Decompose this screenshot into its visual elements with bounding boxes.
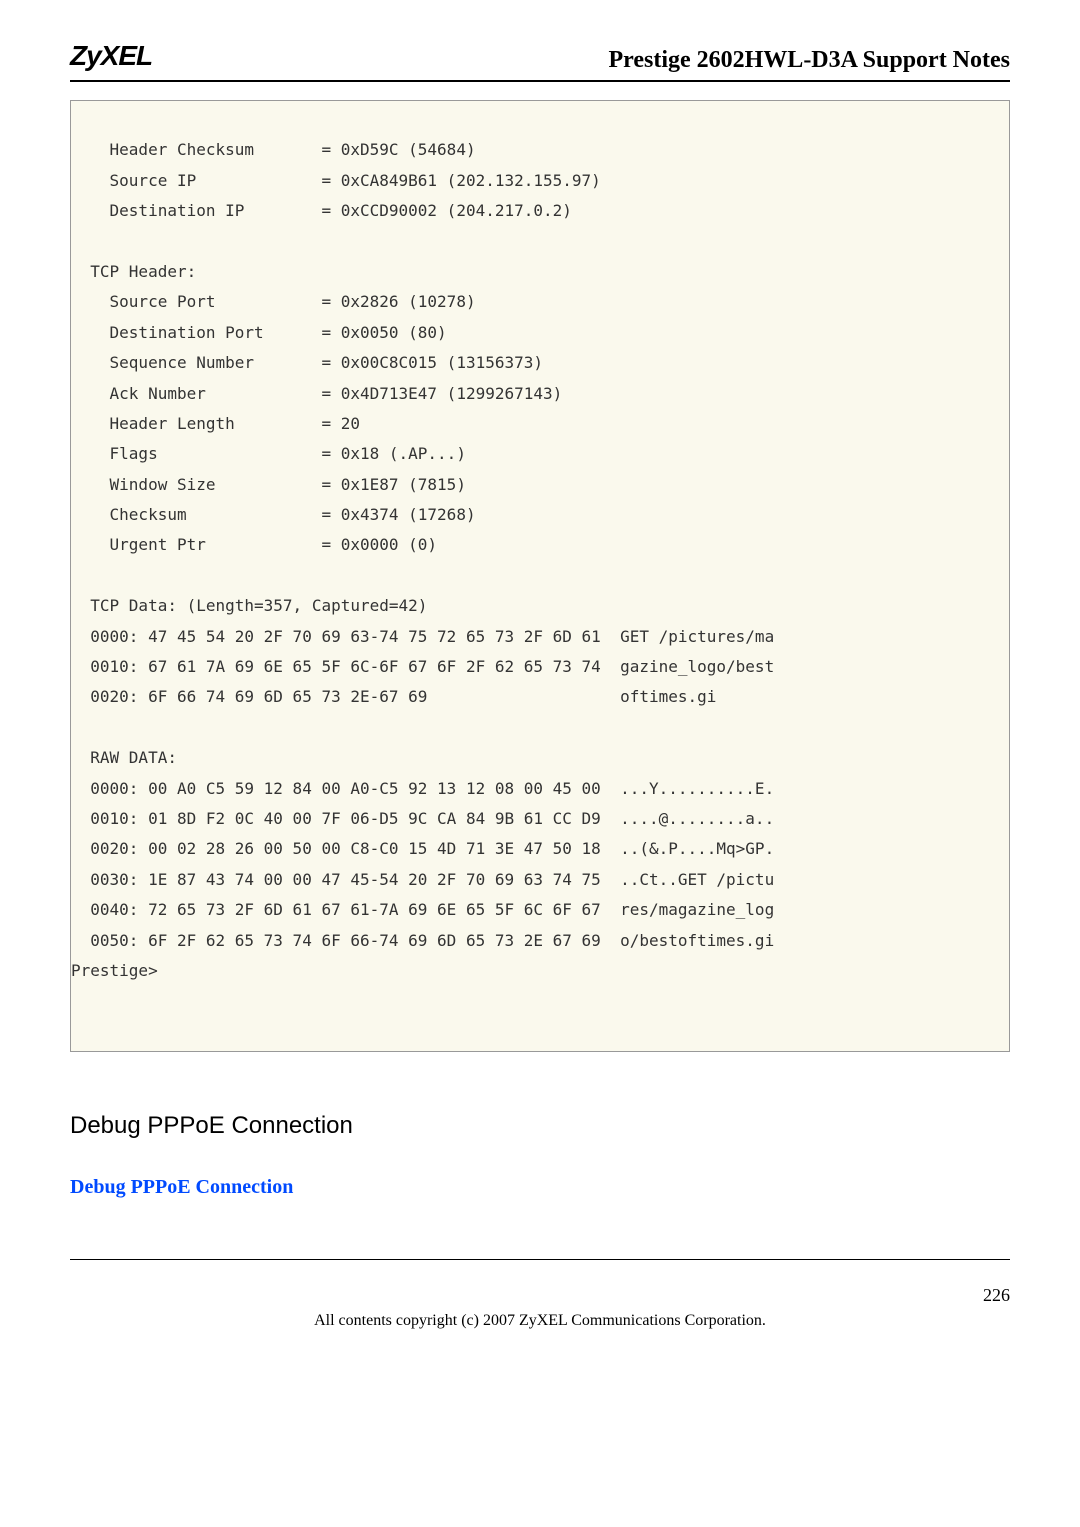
page-number: 226 [70, 1285, 1010, 1306]
page-footer: 226 All contents copyright (c) 2007 ZyXE… [70, 1259, 1010, 1330]
subheading-debug-pppoe: Debug PPPoE Connection [70, 1176, 1010, 1199]
copyright-line: All contents copyright (c) 2007 ZyXEL Co… [70, 1312, 1010, 1330]
section-heading-debug-pppoe: Debug PPPoE Connection [70, 1112, 1010, 1140]
packet-dump-block: Header Checksum = 0xD59C (54684) Source … [70, 100, 1010, 1052]
page-header: ZyXEL Prestige 2602HWL-D3A Support Notes [70, 40, 1010, 82]
brand-logo: ZyXEL [70, 40, 152, 78]
page-title: Prestige 2602HWL-D3A Support Notes [608, 47, 1010, 78]
packet-dump-text: Header Checksum = 0xD59C (54684) Source … [71, 131, 1009, 990]
